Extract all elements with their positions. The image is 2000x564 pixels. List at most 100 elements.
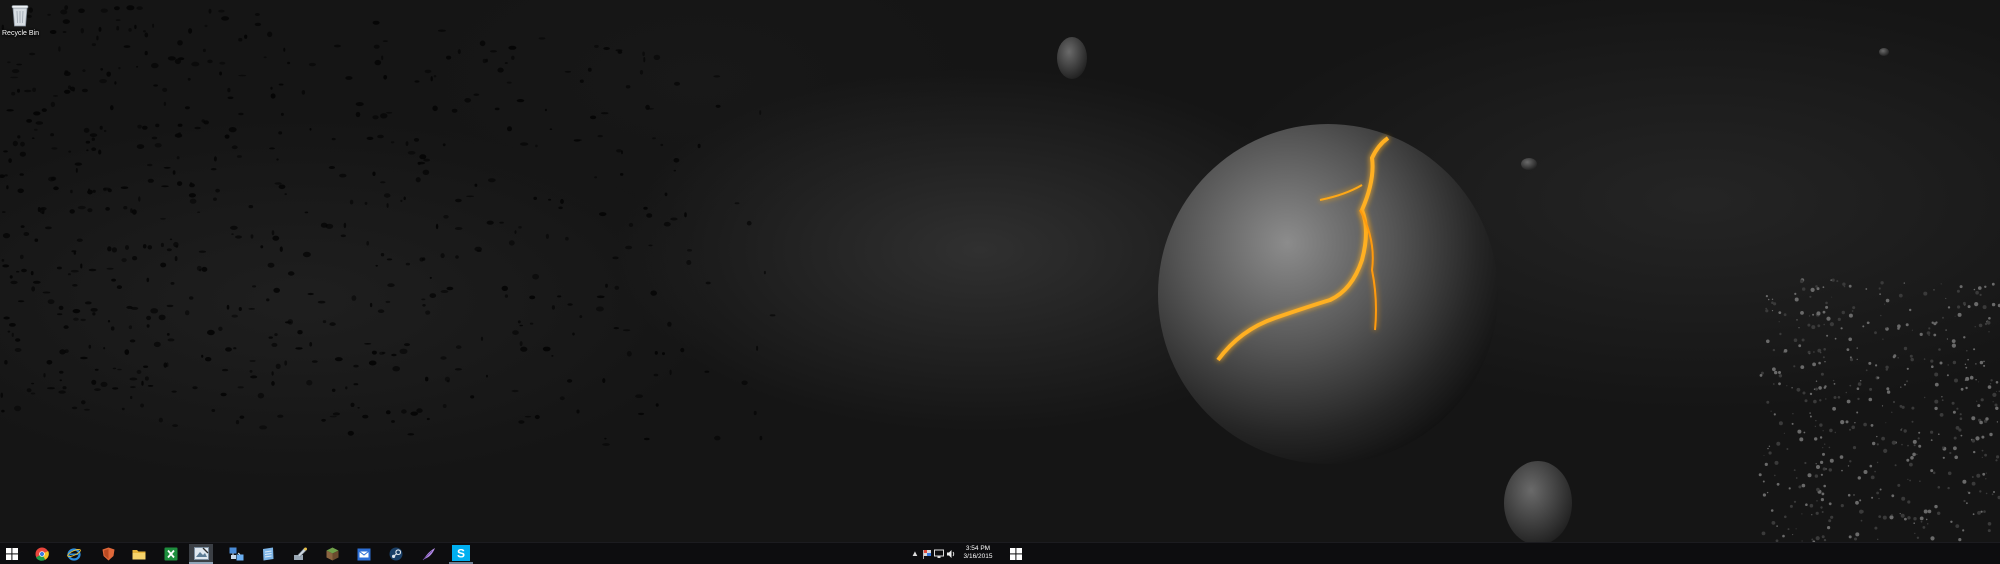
action-center-button[interactable] <box>1004 544 1028 564</box>
debris-particle <box>1779 375 1780 376</box>
debris-particle <box>1975 291 1979 295</box>
debris-particle <box>560 199 564 204</box>
debris-particle <box>1794 338 1798 342</box>
monitor-icon[interactable] <box>934 549 944 559</box>
debris-particle <box>1792 413 1793 414</box>
taskbar-app-chrome[interactable] <box>30 544 54 564</box>
debris-particle <box>1893 401 1895 403</box>
taskbar-app-excel[interactable] <box>159 544 183 564</box>
tray-overflow-chevron[interactable]: ▲ <box>910 548 920 560</box>
taskbar-app-mail[interactable] <box>352 544 376 564</box>
debris-particle <box>1901 497 1905 501</box>
debris-particle <box>72 407 77 410</box>
debris-particle <box>309 342 312 347</box>
debris-particle <box>455 255 459 259</box>
debris-particle <box>520 142 528 145</box>
taskbar-app-file-explorer[interactable] <box>127 544 151 564</box>
debris-particle <box>1907 500 1910 503</box>
debris-particle <box>1816 536 1820 540</box>
start-button[interactable] <box>0 544 24 564</box>
debris-particle <box>1769 451 1772 454</box>
debris-particle <box>414 138 419 142</box>
debris-particle <box>341 235 346 238</box>
debris-particle <box>354 383 359 385</box>
windows-logo-icon <box>1010 548 1022 560</box>
debris-particle <box>1982 473 1985 476</box>
debris-particle <box>259 425 267 429</box>
debris-particle <box>1784 313 1787 316</box>
debris-particle <box>365 202 368 205</box>
debris-particle <box>1 393 4 398</box>
taskbar-app-internet-explorer[interactable] <box>62 544 86 564</box>
desktop-icon-recycle-bin[interactable]: Recycle Bin <box>2 2 38 38</box>
debris-particle <box>3 317 9 320</box>
debris-particle <box>1958 313 1962 317</box>
debris-particle <box>490 50 497 52</box>
debris-particle <box>132 256 137 260</box>
debris-particle <box>1836 280 1838 282</box>
debris-particle <box>1918 437 1920 439</box>
debris-particle <box>199 269 201 271</box>
debris-particle <box>1765 463 1768 466</box>
debris-particle <box>515 230 517 234</box>
debris-particle <box>81 400 86 404</box>
debris-particle <box>652 137 656 139</box>
debris-particle <box>1901 514 1905 518</box>
taskbar-app-steam[interactable] <box>384 544 408 564</box>
debris-particle <box>667 322 671 327</box>
debris-particle <box>552 305 555 309</box>
debris-particle <box>1776 525 1778 527</box>
debris-particle <box>21 269 27 273</box>
debris-particle <box>1792 534 1793 535</box>
debris-particle <box>17 135 20 138</box>
debris-particle <box>1786 385 1787 386</box>
debris-particle <box>82 89 88 93</box>
flag-icon[interactable] <box>922 549 932 559</box>
debris-particle <box>227 88 230 92</box>
taskbar-app-skype[interactable]: S <box>449 544 473 564</box>
debris-particle <box>498 68 504 73</box>
debris-particle <box>91 308 98 312</box>
debris-particle <box>1918 432 1920 434</box>
debris-particle <box>188 78 191 81</box>
taskbar-app-tools[interactable] <box>288 544 312 564</box>
debris-particle <box>128 28 131 32</box>
debris-particle <box>148 385 153 387</box>
debris-particle <box>1995 404 1998 407</box>
debris-particle <box>93 190 96 193</box>
debris-particle <box>1912 330 1913 331</box>
debris-particle <box>68 273 71 275</box>
taskbar-app-notepad[interactable] <box>256 544 280 564</box>
debris-particle <box>1823 286 1825 288</box>
debris-particle <box>60 10 67 15</box>
debris-particle <box>27 388 32 392</box>
debris-particle <box>382 352 385 354</box>
taskbar: S ▲ 3:54 PM 3/16/2015 <box>0 542 2000 564</box>
taskbar-app-network[interactable] <box>224 544 248 564</box>
debris-particle <box>458 49 461 54</box>
debris-particle <box>512 390 519 392</box>
debris-particle <box>532 274 539 280</box>
debris-particle <box>7 61 11 63</box>
taskbar-app-feather[interactable] <box>417 544 441 564</box>
debris-particle <box>629 223 633 227</box>
system-clock[interactable]: 3:54 PM 3/16/2015 <box>958 545 998 561</box>
debris-particle <box>143 366 148 368</box>
debris-particle <box>1977 404 1980 407</box>
debris-particle <box>1840 455 1844 459</box>
debris-particle <box>401 409 407 413</box>
debris-particle <box>213 198 217 201</box>
debris-particle <box>92 312 95 315</box>
debris-particle <box>1830 516 1833 519</box>
taskbar-app-shield[interactable] <box>96 544 120 564</box>
debris-particle <box>177 156 180 159</box>
debris-particle <box>53 186 59 190</box>
debris-particle <box>10 77 18 79</box>
taskbar-app-minecraft[interactable] <box>320 544 344 564</box>
debris-particle <box>190 182 192 185</box>
debris-particle <box>339 174 346 178</box>
debris-particle <box>111 279 116 282</box>
taskbar-app-photo-editor[interactable] <box>189 544 213 564</box>
debris-particle <box>684 212 687 217</box>
speaker-icon[interactable] <box>946 549 956 559</box>
